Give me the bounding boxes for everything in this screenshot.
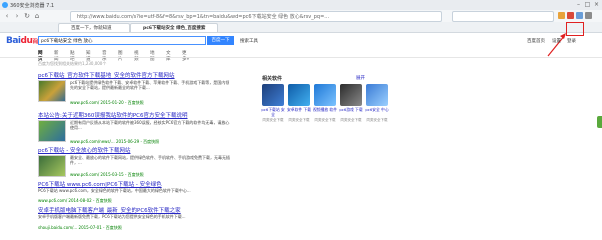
address-bar-url: http://www.baidu.com/s?ie=utf-8&f=8&rsv_… [77, 14, 330, 20]
result-thumbnail[interactable] [38, 120, 66, 142]
forward-button[interactable]: › [13, 12, 21, 20]
app-icon[interactable] [340, 84, 362, 106]
tab-bar: 百度一下，你就知道 pc6下载站安全 绿色_百度搜索 [0, 22, 602, 33]
result-url[interactable]: www.pc6.com/news/... 2015-06-29 - 百度快照 [70, 139, 159, 145]
result-thumbnail[interactable] [38, 80, 66, 102]
tab-video[interactable]: 视频 [134, 50, 139, 62]
app-name[interactable]: 视频播放 软件 [313, 107, 337, 113]
result-title-link[interactable]: pc6下载站 - 安全放心的软件下载网站 [38, 146, 238, 154]
login-link[interactable]: 登录 [567, 38, 576, 44]
search-result: 本站公告:关于近期360误报我站软件的PC6官方安全下载说明 近期有用户反馈从本… [38, 111, 238, 144]
result-description: 最安全、最放心的软件下载网站，提供绿色软件、手机软件、手机游戏免费下载，无毒无插… [70, 155, 230, 165]
divider [0, 57, 602, 58]
result-url[interactable]: www.pc6.com/ 2015-03-15 - 百度快照 [70, 172, 144, 178]
maximize-button[interactable]: □ [583, 1, 592, 9]
tab-wenku[interactable]: 文库 [166, 50, 171, 62]
search-result: 安卓手机版电脑下载客户端_最新_安全的PC6软件下载之家 安卓手机版客户端最新版… [38, 206, 238, 230]
result-description: 近期有用户反馈从本站下载的软件被360误报，经核实PC6官方下载的软件均无毒，请… [70, 120, 230, 130]
app-subtitle: 同类安全下载 [366, 118, 388, 122]
tab-baidu-home[interactable]: 百度一下，你就知道 [58, 23, 130, 32]
result-url[interactable]: www.pc6.com/ 2015-01-20 - 百度快照 [70, 100, 144, 106]
baidu-home-link[interactable]: 百度首页 [527, 38, 545, 44]
app-name[interactable]: pc6下载站 安全 [261, 107, 285, 117]
result-count: 百度为您找到相关结果约1,230,000个 [38, 61, 107, 66]
favorites-icon[interactable] [558, 12, 565, 19]
menu-icon[interactable] [585, 12, 592, 19]
refresh-button[interactable]: ↻ [23, 12, 31, 20]
app-subtitle: 同类安全下载 [262, 118, 284, 122]
result-title-link[interactable]: pc6下载站_官方软件下载基地_安全的软件官方下载网站 [38, 71, 238, 79]
baidu-logo[interactable]: Baidu百度 [6, 36, 42, 46]
app-icon[interactable] [262, 84, 284, 106]
app-subtitle: 同类安全下载 [340, 118, 362, 122]
result-description: pc6下载站提供绿色软件下载、安卓软件下载、苹果软件下载、手机游戏下载等，是国内… [70, 80, 230, 90]
security-icon[interactable] [567, 12, 574, 19]
result-title-link[interactable]: 安卓手机版电脑下载客户端_最新_安全的PC6软件下载之家 [38, 206, 238, 214]
annotation-highlight-box [566, 22, 584, 36]
search-button[interactable]: 百度一下 [207, 36, 234, 45]
search-result: PC6下载站 www.pc6.com|PC6下载站 - 安全绿色 PC6下载站 … [38, 180, 238, 203]
extension-icon[interactable] [576, 12, 583, 19]
search-result: pc6下载站_官方软件下载基地_安全的软件官方下载网站 pc6下载站提供绿色软件… [38, 71, 238, 105]
search-tools-link[interactable]: 搜索工具 [240, 38, 258, 44]
tab-map[interactable]: 地图 [150, 50, 155, 62]
app-name[interactable]: pc6游戏 下载 [339, 107, 363, 113]
share-side-tab[interactable] [597, 116, 602, 128]
result-title-link[interactable]: PC6下载站 www.pc6.com|PC6下载站 - 安全绿色 [38, 180, 238, 188]
window-title: 360安全浏览器 7.1 [10, 3, 55, 9]
app-subtitle: 同类安全下载 [288, 118, 310, 122]
search-result: pc6下载站 - 安全放心的软件下载网站 最安全、最放心的软件下载网站，提供绿色… [38, 146, 238, 177]
app-icon[interactable] [314, 84, 336, 106]
home-button[interactable]: ⌂ [33, 12, 41, 20]
result-description: 安卓手机版客户端最新版免费下载，PC6下载站为您提供安全绿色的手机软件下载... [38, 214, 186, 219]
tab-images[interactable]: 图片 [118, 50, 123, 62]
app-subtitle: 同类安全下载 [314, 118, 336, 122]
settings-link[interactable]: 设置 [552, 38, 561, 44]
result-title-link[interactable]: 本站公告:关于近期360误报我站软件的PC6官方安全下载说明 [38, 111, 238, 119]
minimize-button[interactable]: – [574, 1, 583, 9]
address-bar[interactable]: http://www.baidu.com/s?ie=utf-8&f=8&rsv_… [70, 11, 442, 22]
result-url[interactable]: shouji.baidu.com/... 2015-07-01 - 百度快照 [38, 225, 122, 231]
sidebar-title: 相关软件 [262, 76, 283, 82]
search-input[interactable]: pc6下载站安全 绿色 放心 [38, 36, 206, 45]
result-thumbnail[interactable] [38, 155, 66, 177]
sidebar-expand-link[interactable]: 展开 [356, 75, 365, 81]
app-name[interactable]: pc6安全 中心 [365, 107, 389, 113]
browser-logo-icon [2, 2, 8, 8]
app-name[interactable]: 安卓软件 下载 [287, 107, 311, 113]
baidu-logo-main: Bai [6, 36, 21, 46]
tab-more[interactable]: 更多» [182, 50, 189, 62]
app-icon[interactable] [288, 84, 310, 106]
close-button[interactable]: × [592, 1, 601, 9]
back-button[interactable]: ‹ [3, 12, 11, 20]
baidu-logo-accent: du [20, 36, 33, 46]
tab-search-result[interactable]: pc6下载站安全 绿色_百度搜索 [130, 23, 218, 32]
result-description: PC6下载站 www.pc6.com，安全绿色的软件下载站，中国最大的绿色软件下… [38, 188, 191, 193]
result-url[interactable]: www.pc6.com/ 2014-08-02 - 百度快照 [38, 198, 112, 204]
app-icon[interactable] [366, 84, 388, 106]
browser-search-box[interactable] [452, 11, 554, 22]
